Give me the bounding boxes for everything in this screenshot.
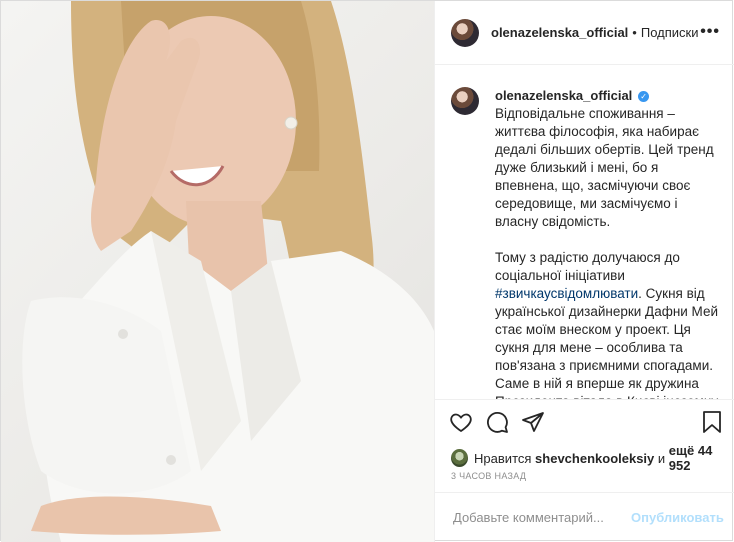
separator-dot: •	[632, 25, 637, 40]
likes-summary: Нравится shevchenkooleksiy и ещё 44 952	[451, 443, 734, 473]
likes-count-link[interactable]: ещё 44 952	[669, 443, 734, 473]
caption-text: Відповідальне споживання – життєва філос…	[495, 105, 721, 399]
verified-badge-icon: ✓	[638, 91, 650, 102]
caption: olenazelenska_official ✓ Відповідальне с…	[451, 81, 727, 399]
avatar[interactable]	[451, 18, 479, 47]
post-sidebar: olenazelenska_official • Подписки ••• ol…	[434, 1, 734, 542]
caption-avatar[interactable]	[451, 87, 479, 115]
caption-body: olenazelenska_official ✓ Відповідальне с…	[495, 87, 721, 399]
hashtag-link[interactable]: #звичкаусвідомлювати	[495, 286, 638, 301]
post-comment-button[interactable]: Опубликовать	[631, 510, 724, 525]
ellipsis-icon[interactable]: •••	[700, 23, 720, 41]
comment-input[interactable]	[451, 509, 631, 526]
comment-icon[interactable]	[485, 410, 509, 439]
post-modal: olenazelenska_official • Подписки ••• ol…	[0, 0, 734, 542]
caption-text-segment: . Сукня від української дизайнерки Дафни…	[495, 286, 719, 399]
bookmark-icon[interactable]	[701, 410, 723, 439]
post-header: olenazelenska_official • Подписки •••	[435, 1, 734, 65]
caption-paragraph: Тому з радістю долучаюся до соціальної і…	[495, 249, 721, 399]
caption-paragraph: Відповідальне споживання – життєва філос…	[495, 106, 714, 229]
following-button[interactable]: Подписки	[641, 25, 699, 40]
post-photo[interactable]	[1, 1, 434, 542]
likes-middle: и	[657, 450, 666, 466]
post-timestamp[interactable]: 3 ЧАСОВ НАЗАД	[451, 471, 526, 481]
header-username[interactable]: olenazelenska_official	[491, 25, 628, 40]
liker-username[interactable]: shevchenkooleksiy	[535, 451, 654, 466]
caption-text-segment: Тому з радістю долучаюся до соціальної і…	[495, 250, 680, 283]
photo-illustration	[22, 1, 434, 542]
paper-plane-icon[interactable]	[521, 410, 545, 439]
action-bar	[435, 399, 734, 436]
likes-prefix: Нравится	[474, 450, 532, 466]
liker-avatar[interactable]	[451, 449, 469, 467]
comment-box: Опубликовать	[435, 492, 734, 542]
caption-username[interactable]: olenazelenska_official	[495, 88, 632, 103]
heart-icon[interactable]	[449, 410, 473, 439]
